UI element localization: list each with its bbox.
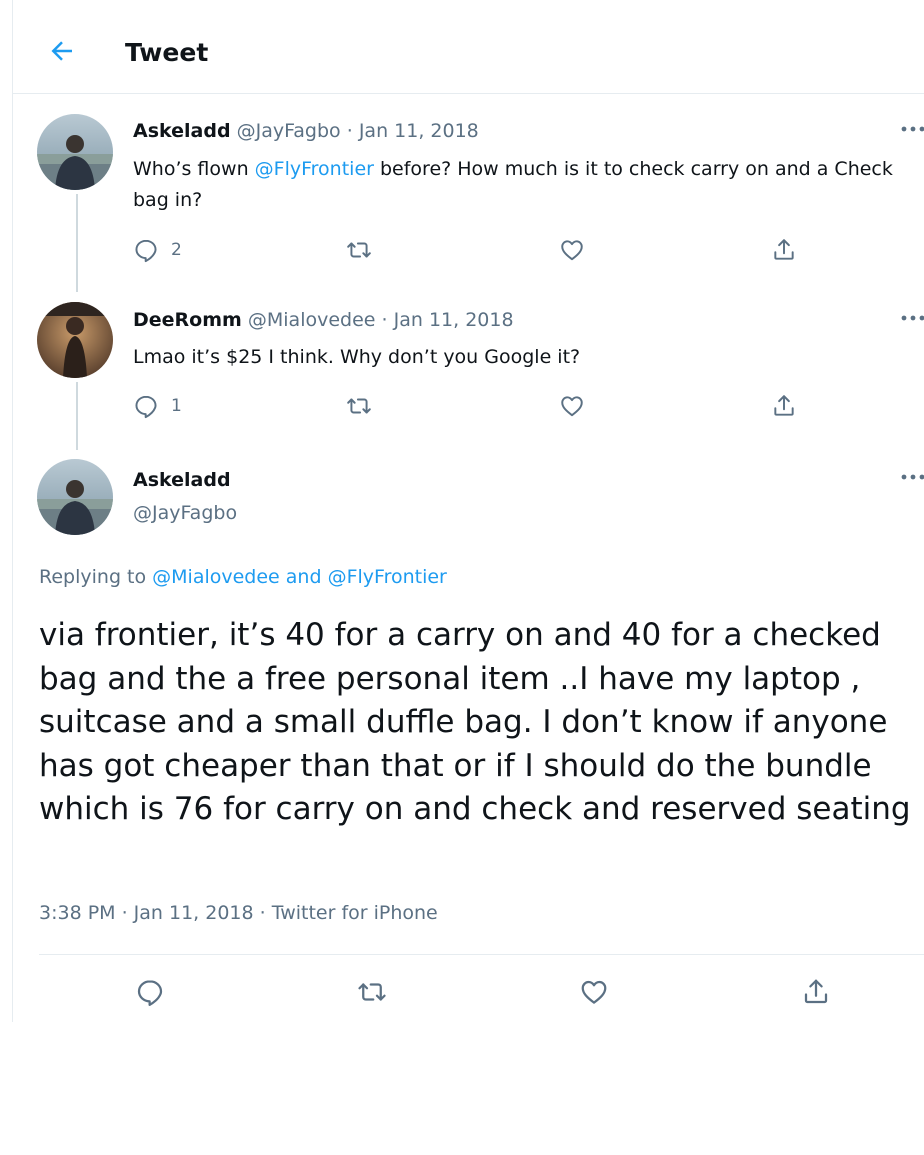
heart-icon bbox=[561, 240, 583, 261]
heart-icon bbox=[581, 980, 607, 1004]
meta-separator: · bbox=[346, 120, 353, 142]
mention-link[interactable]: @FlyFrontier bbox=[255, 158, 374, 180]
more-dots-icon[interactable] bbox=[899, 472, 924, 482]
reply-button[interactable] bbox=[135, 978, 165, 1006]
avatar-askeladd[interactable] bbox=[37, 114, 113, 190]
author-handle[interactable]: @Mialovedee bbox=[248, 309, 376, 331]
retweet-arrows-icon bbox=[347, 242, 371, 258]
share-upload-icon bbox=[804, 979, 828, 1004]
tweet-page: Tweet Askeladd @JayFagbo · Jan 11, 2018 bbox=[12, 0, 924, 1022]
arrow-left-icon[interactable] bbox=[47, 36, 77, 66]
thread-line bbox=[76, 194, 78, 292]
avatar-image-askeladd bbox=[37, 459, 113, 535]
author-name[interactable]: Askeladd bbox=[133, 120, 231, 142]
mention-link[interactable]: @FlyFrontier bbox=[328, 566, 447, 588]
more-dots-icon[interactable] bbox=[899, 313, 924, 323]
reply-button[interactable]: 2 bbox=[133, 236, 182, 264]
retweet-button[interactable] bbox=[357, 978, 387, 1006]
reply-count: 1 bbox=[171, 396, 182, 416]
tweet-author-line: Askeladd @JayFagbo · Jan 11, 2018 bbox=[133, 118, 479, 144]
replying-to: Replying to @Mialovedee and @FlyFrontier bbox=[39, 564, 447, 590]
reply-count: 2 bbox=[171, 240, 182, 260]
tweet-header: Tweet bbox=[13, 0, 924, 94]
thread-line bbox=[76, 382, 78, 450]
retweet-button[interactable] bbox=[346, 236, 372, 264]
speech-bubble-icon bbox=[137, 980, 163, 1006]
tweet-text: Lmao it’s $25 I think. Why don’t you Goo… bbox=[133, 346, 581, 368]
share-button[interactable] bbox=[771, 392, 797, 420]
more-dots-icon[interactable] bbox=[899, 124, 924, 134]
heart-icon bbox=[561, 396, 583, 417]
avatar-deeromm[interactable] bbox=[37, 302, 113, 378]
tweet-date[interactable]: Jan 11, 2018 bbox=[394, 309, 514, 331]
author-name[interactable]: Askeladd bbox=[133, 469, 231, 491]
share-button[interactable] bbox=[801, 978, 831, 1006]
divider bbox=[39, 954, 924, 955]
meta-separator: · bbox=[381, 309, 388, 331]
reply-button[interactable]: 1 bbox=[133, 392, 182, 420]
tweet-text: Who’s flown @FlyFrontier before? How muc… bbox=[133, 154, 903, 216]
like-button[interactable] bbox=[559, 392, 585, 420]
author-handle[interactable]: @JayFagbo bbox=[133, 502, 237, 524]
main-tweet-text: via frontier, it’s 40 for a carry on and… bbox=[39, 617, 911, 827]
avatar-image-deeromm bbox=[37, 302, 113, 378]
retweet-button[interactable] bbox=[346, 392, 372, 420]
mention-link[interactable]: @Mialovedee bbox=[152, 566, 280, 588]
avatar-image-askeladd bbox=[37, 114, 113, 190]
share-button[interactable] bbox=[771, 236, 797, 264]
page-title: Tweet bbox=[125, 38, 209, 67]
author-name[interactable]: DeeRomm bbox=[133, 309, 242, 331]
main-author-handle-line: @JayFagbo bbox=[133, 500, 237, 526]
main-author-name-line: Askeladd bbox=[133, 467, 231, 493]
speech-bubble-icon bbox=[135, 239, 157, 263]
share-upload-icon bbox=[774, 239, 794, 260]
like-button[interactable] bbox=[579, 978, 609, 1006]
like-button[interactable] bbox=[559, 236, 585, 264]
tweet-author-line: DeeRomm @Mialovedee · Jan 11, 2018 bbox=[133, 307, 514, 333]
author-handle[interactable]: @JayFagbo bbox=[237, 120, 341, 142]
tweet-timestamp[interactable]: 3:38 PM · Jan 11, 2018 · Twitter for iPh… bbox=[39, 900, 438, 926]
speech-bubble-icon bbox=[135, 395, 157, 419]
share-upload-icon bbox=[774, 395, 794, 416]
retweet-arrows-icon bbox=[347, 398, 371, 414]
retweet-arrows-icon bbox=[358, 983, 386, 1001]
replying-prefix: Replying to bbox=[39, 566, 153, 588]
avatar-askeladd[interactable] bbox=[37, 459, 113, 535]
tweet-text-part: Who’s flown bbox=[133, 158, 255, 180]
replying-and: and bbox=[279, 566, 328, 588]
tweet-date[interactable]: Jan 11, 2018 bbox=[359, 120, 479, 142]
